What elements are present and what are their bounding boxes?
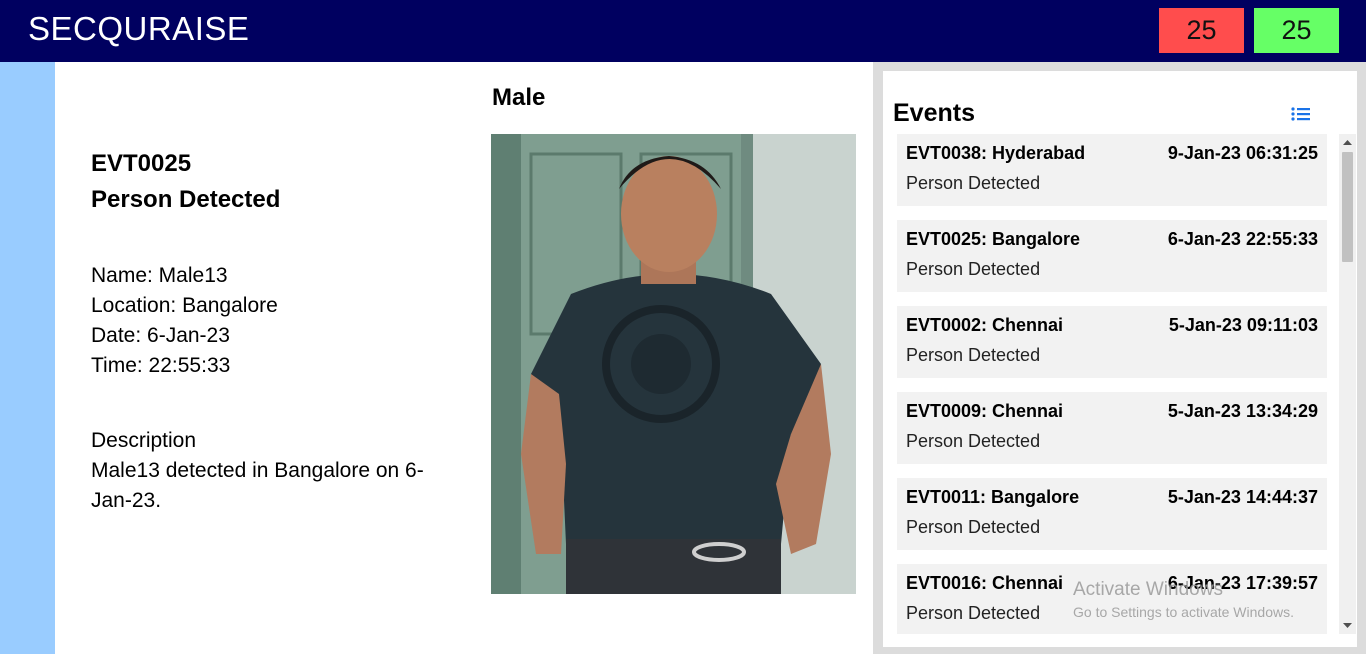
description-text: Male13 detected in Bangalore on 6-Jan-23… xyxy=(91,459,424,512)
person-photo xyxy=(491,134,856,594)
gender-label: Male xyxy=(492,84,546,111)
event-item-type: Person Detected xyxy=(906,259,1041,279)
event-list-item[interactable]: EVT0009: Chennai 5-Jan-23 13:34:29 Perso… xyxy=(897,392,1327,464)
alert-count-badge[interactable]: 25 xyxy=(1159,8,1244,53)
info-location: Location: Bangalore xyxy=(91,294,278,317)
description-label: Description xyxy=(91,429,197,452)
events-scrollbar[interactable] xyxy=(1339,134,1356,634)
event-list-item[interactable]: EVT0002: Chennai 5-Jan-23 09:11:03 Perso… xyxy=(897,306,1327,378)
event-item-datetime: 9-Jan-23 06:31:25 xyxy=(1167,143,1318,163)
event-item-type: Person Detected xyxy=(906,173,1041,193)
info-time: Time: 22:55:33 xyxy=(91,354,231,377)
event-item-type: Person Detected xyxy=(906,345,1041,365)
event-item-datetime: 5-Jan-23 09:11:03 xyxy=(1168,315,1318,335)
event-detail-header: EVT0025 Person Detected xyxy=(91,146,280,218)
info-name: Name: Male13 xyxy=(91,264,228,287)
event-item-name: EVT0002: Chennai xyxy=(906,315,1064,335)
event-id-title: EVT0025 xyxy=(91,150,192,177)
event-item-type: Person Detected xyxy=(906,603,1041,623)
event-list-item[interactable]: EVT0038: Hyderabad 9-Jan-23 06:31:25 Per… xyxy=(897,134,1327,206)
event-item-name: EVT0025: Bangalore xyxy=(906,229,1081,249)
event-type-title: Person Detected xyxy=(91,186,281,213)
windows-activation-watermark: Activate Windows Go to Settings to activ… xyxy=(1073,578,1294,622)
events-title: Events xyxy=(893,99,975,127)
event-item-name: EVT0016: Chennai xyxy=(906,573,1064,593)
event-list-item[interactable]: EVT0025: Bangalore 6-Jan-23 22:55:33 Per… xyxy=(897,220,1327,292)
events-panel: Events EVT0038: Hyderabad 9-Jan-23 06:31… xyxy=(873,62,1366,654)
events-list: EVT0038: Hyderabad 9-Jan-23 06:31:25 Per… xyxy=(897,134,1327,634)
watermark-title: Activate Windows xyxy=(1073,579,1223,600)
list-icon[interactable] xyxy=(1291,107,1311,121)
scroll-down-arrow-icon[interactable] xyxy=(1339,617,1356,634)
safe-count-badge[interactable]: 25 xyxy=(1254,8,1339,53)
event-item-name: EVT0038: Hyderabad xyxy=(906,143,1086,163)
event-item-name: EVT0011: Bangalore xyxy=(906,487,1080,507)
top-bar: SECQURAISE 25 25 xyxy=(0,0,1366,62)
event-item-type: Person Detected xyxy=(906,431,1041,451)
event-item-name: EVT0009: Chennai xyxy=(906,401,1064,421)
event-info-block: Name: Male13 Location: Bangalore Date: 6… xyxy=(91,261,278,381)
event-item-type: Person Detected xyxy=(906,517,1041,537)
brand-logo: SECQURAISE xyxy=(28,10,250,47)
event-description: Description Male13 detected in Bangalore… xyxy=(91,426,436,516)
event-item-datetime: 6-Jan-23 22:55:33 xyxy=(1167,229,1318,249)
event-item-datetime: 5-Jan-23 14:44:37 xyxy=(1167,487,1318,507)
events-card: Events EVT0038: Hyderabad 9-Jan-23 06:31… xyxy=(883,71,1357,647)
scroll-up-arrow-icon[interactable] xyxy=(1339,134,1356,151)
watermark-subtitle: Go to Settings to activate Windows. xyxy=(1073,604,1294,620)
event-item-datetime: 5-Jan-23 13:34:29 xyxy=(1167,401,1318,421)
info-date: Date: 6-Jan-23 xyxy=(91,324,230,347)
left-sidebar-strip xyxy=(0,62,55,654)
person-photo-illustration xyxy=(491,134,856,594)
event-list-item[interactable]: EVT0011: Bangalore 5-Jan-23 14:44:37 Per… xyxy=(897,478,1327,550)
scroll-thumb[interactable] xyxy=(1342,152,1353,262)
